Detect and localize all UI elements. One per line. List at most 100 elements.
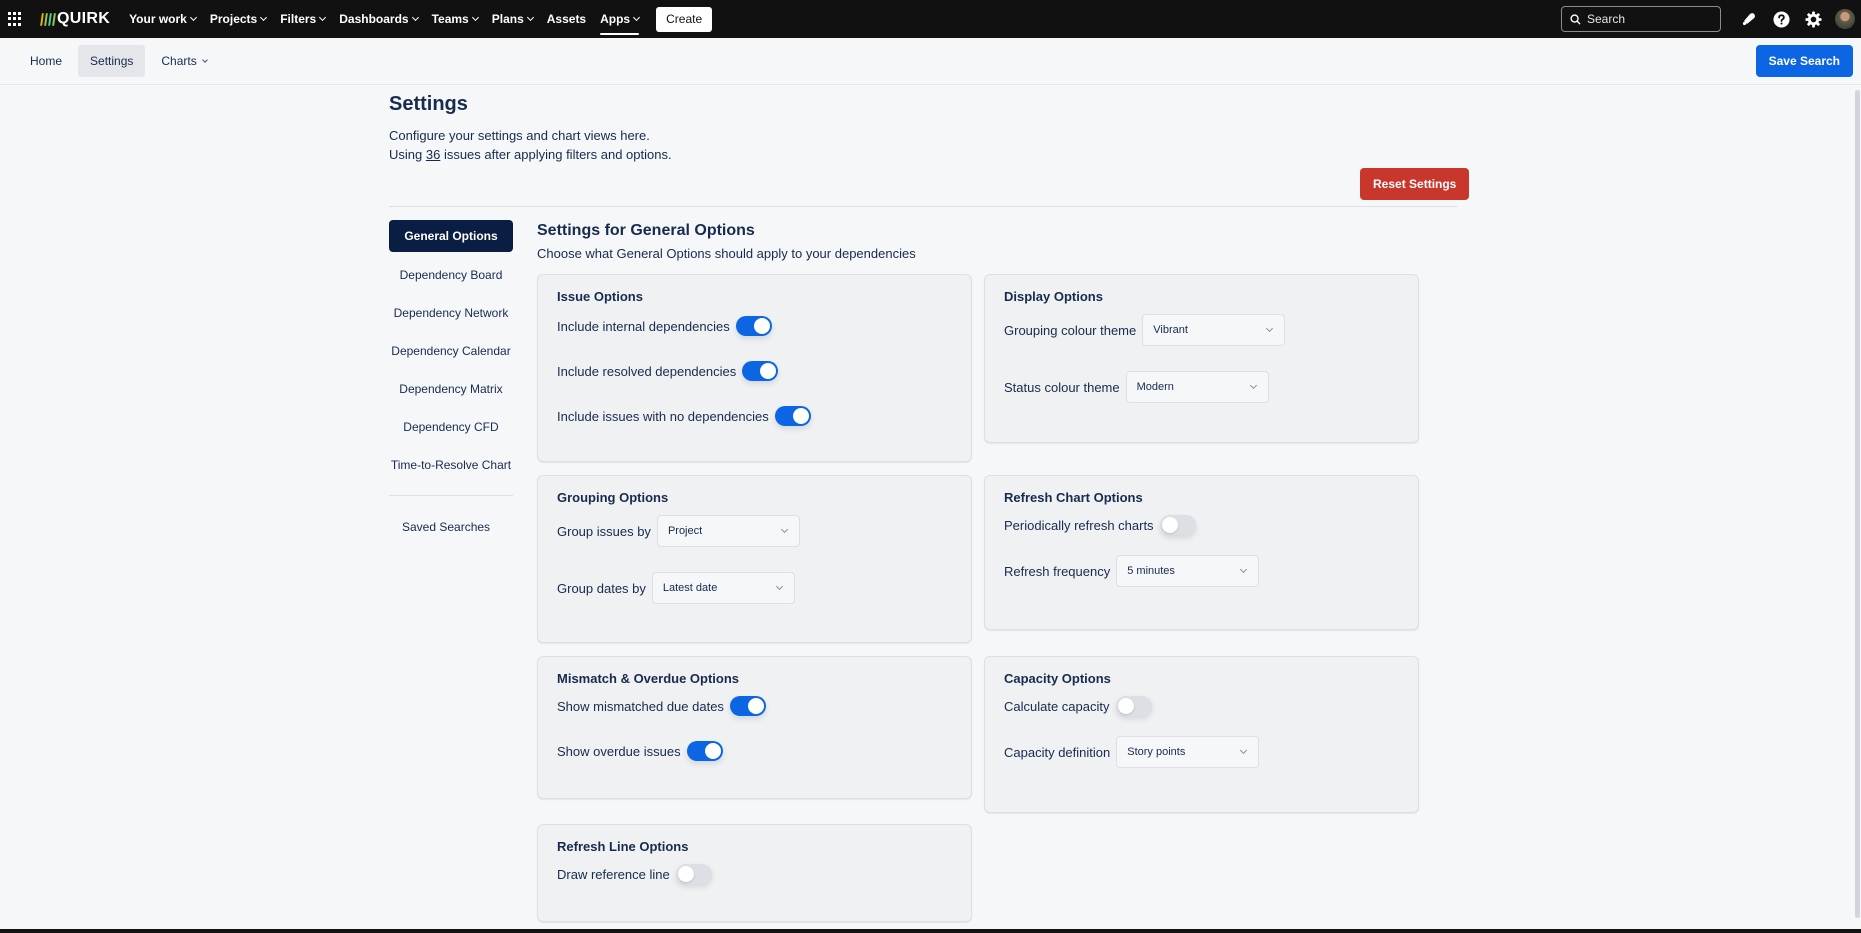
select-row: Status colour theme Modern: [1004, 371, 1399, 403]
sub-navigation: Home Settings Charts: [0, 38, 1861, 85]
select-value: Modern: [1136, 381, 1174, 393]
app-switcher-icon[interactable]: [8, 12, 22, 26]
search-input[interactable]: [1587, 12, 1707, 26]
nav-assets[interactable]: Assets: [547, 0, 586, 38]
draw-reference-line-toggle[interactable]: [675, 864, 712, 884]
nav-plans[interactable]: Plans: [492, 0, 534, 38]
chevron-down-icon: [411, 13, 419, 22]
sidebar-item-general-options[interactable]: General Options: [389, 220, 513, 252]
display-options-card: Display Options Grouping colour theme Vi…: [984, 274, 1419, 443]
toggle-row: Calculate capacity: [1004, 696, 1399, 716]
sidebar-item-dependency-board[interactable]: Dependency Board: [389, 256, 513, 294]
group-dates-by-select[interactable]: Latest date: [651, 572, 795, 604]
nav-label: Apps: [600, 12, 631, 26]
content-subtitle: Choose what General Options should apply…: [537, 246, 916, 261]
grouping-colour-theme-select[interactable]: Vibrant: [1142, 314, 1286, 346]
select-row: Group dates by Latest date: [557, 572, 952, 604]
chevron-down-icon: [1240, 565, 1248, 574]
sidebar-item-saved-searches[interactable]: Saved Searches: [389, 508, 513, 546]
settings-sidebar: General Options Dependency Board Depende…: [389, 220, 513, 546]
card-title: Display Options: [1004, 289, 1103, 304]
save-search-button[interactable]: Save Search: [1755, 45, 1853, 77]
toggle-label: Show overdue issues: [557, 743, 681, 759]
description-line: Configure your settings and chart views …: [389, 128, 650, 143]
notifications-button[interactable]: [1733, 3, 1765, 35]
top-right-actions: [1561, 0, 1861, 38]
avatar[interactable]: [1835, 9, 1855, 29]
chevron-down-icon: [471, 13, 479, 22]
subnav-charts[interactable]: Charts: [149, 45, 218, 77]
select-row: Grouping colour theme Vibrant: [1004, 314, 1399, 346]
issue-count-line: Using 36 issues after applying filters a…: [389, 145, 1457, 164]
sidebar-item-dependency-calendar[interactable]: Dependency Calendar: [389, 332, 513, 370]
nav-filters[interactable]: Filters: [280, 0, 327, 38]
page-scrollbar[interactable]: [1854, 86, 1861, 926]
periodically-refresh-charts-toggle[interactable]: [1159, 515, 1196, 535]
select-value: 5 minutes: [1127, 565, 1175, 577]
scrollbar-thumb[interactable]: [1855, 90, 1860, 918]
nav-teams[interactable]: Teams: [431, 0, 479, 38]
subnav-home[interactable]: Home: [18, 45, 74, 77]
chevron-down-icon: [201, 56, 208, 63]
reset-settings-button[interactable]: Reset Settings: [1360, 168, 1470, 200]
toggle-row: Draw reference line: [557, 864, 952, 884]
status-colour-theme-select[interactable]: Modern: [1125, 371, 1269, 403]
show-overdue-issues-toggle[interactable]: [686, 741, 723, 761]
capacity-definition-select[interactable]: Story points: [1116, 736, 1260, 768]
chevron-down-icon: [633, 13, 641, 22]
capacity-options-card: Capacity Options Calculate capacity Capa…: [984, 656, 1419, 813]
nav-your-work[interactable]: Your work: [129, 0, 197, 38]
logo[interactable]: QUIRK: [40, 10, 110, 28]
settings-button[interactable]: [1797, 3, 1829, 35]
sidebar-item-dependency-cfd[interactable]: Dependency CFD: [389, 408, 513, 446]
sidebar-divider: [389, 495, 513, 496]
nav-label: Teams: [431, 12, 469, 26]
toggle-row: Include issues with no dependencies: [557, 406, 952, 426]
sidebar-item-dependency-matrix[interactable]: Dependency Matrix: [389, 370, 513, 408]
toggle-label: Calculate capacity: [1004, 698, 1110, 714]
chevron-down-icon: [1266, 324, 1274, 333]
select-value: Latest date: [662, 582, 718, 594]
include-internal-dependencies-toggle[interactable]: [735, 316, 772, 336]
notifications-icon: [1742, 13, 1755, 26]
chevron-down-icon: [775, 582, 783, 591]
show-mismatched-due-dates-toggle[interactable]: [729, 696, 766, 716]
toggle-row: Show mismatched due dates: [557, 696, 952, 716]
content-header: Settings for General Options Choose what…: [537, 222, 916, 261]
refresh-chart-options-card: Refresh Chart Options Periodically refre…: [984, 475, 1419, 630]
sidebar-item-time-to-resolve-chart[interactable]: Time-to-Resolve Chart: [389, 446, 513, 484]
nav-dashboards[interactable]: Dashboards: [339, 0, 419, 38]
subnav-settings[interactable]: Settings: [78, 45, 146, 77]
help-button[interactable]: [1765, 3, 1797, 35]
settings-icon: [1804, 10, 1822, 28]
refresh-frequency-select[interactable]: 5 minutes: [1116, 555, 1260, 587]
group-issues-by-select[interactable]: Project: [656, 515, 800, 547]
issue-count-link[interactable]: 36: [426, 147, 440, 162]
select-label: Group dates by: [557, 580, 646, 596]
nav-label: Your work: [129, 12, 187, 26]
toggle-row: Include resolved dependencies: [557, 361, 952, 381]
include-issues-no-dependencies-toggle[interactable]: [774, 406, 811, 426]
toggle-row: Periodically refresh charts: [1004, 515, 1399, 535]
chevron-down-icon: [319, 13, 327, 22]
desc-suffix: issues after applying filters and option…: [440, 147, 672, 162]
nav-apps[interactable]: Apps: [600, 0, 641, 38]
card-title: Issue Options: [557, 289, 643, 304]
grouping-options-card: Grouping Options Group issues by Project…: [537, 475, 972, 643]
select-label: Capacity definition: [1004, 744, 1111, 760]
search-box[interactable]: [1561, 6, 1721, 32]
nav-projects[interactable]: Projects: [210, 0, 268, 38]
toggle-label: Show mismatched due dates: [557, 698, 724, 714]
mismatch-overdue-options-card: Mismatch & Overdue Options Show mismatch…: [537, 656, 972, 799]
calculate-capacity-toggle[interactable]: [1115, 696, 1152, 716]
create-button[interactable]: Create: [656, 6, 713, 32]
include-resolved-dependencies-toggle[interactable]: [742, 361, 779, 381]
nav-label: Assets: [546, 12, 587, 26]
card-title: Grouping Options: [557, 490, 669, 505]
page-description: Configure your settings and chart views …: [389, 126, 1457, 164]
help-icon: [1772, 10, 1790, 28]
chevron-down-icon: [780, 525, 788, 534]
select-value: Project: [667, 525, 703, 537]
sidebar-item-dependency-network[interactable]: Dependency Network: [389, 294, 513, 332]
chevron-down-icon: [526, 13, 534, 22]
